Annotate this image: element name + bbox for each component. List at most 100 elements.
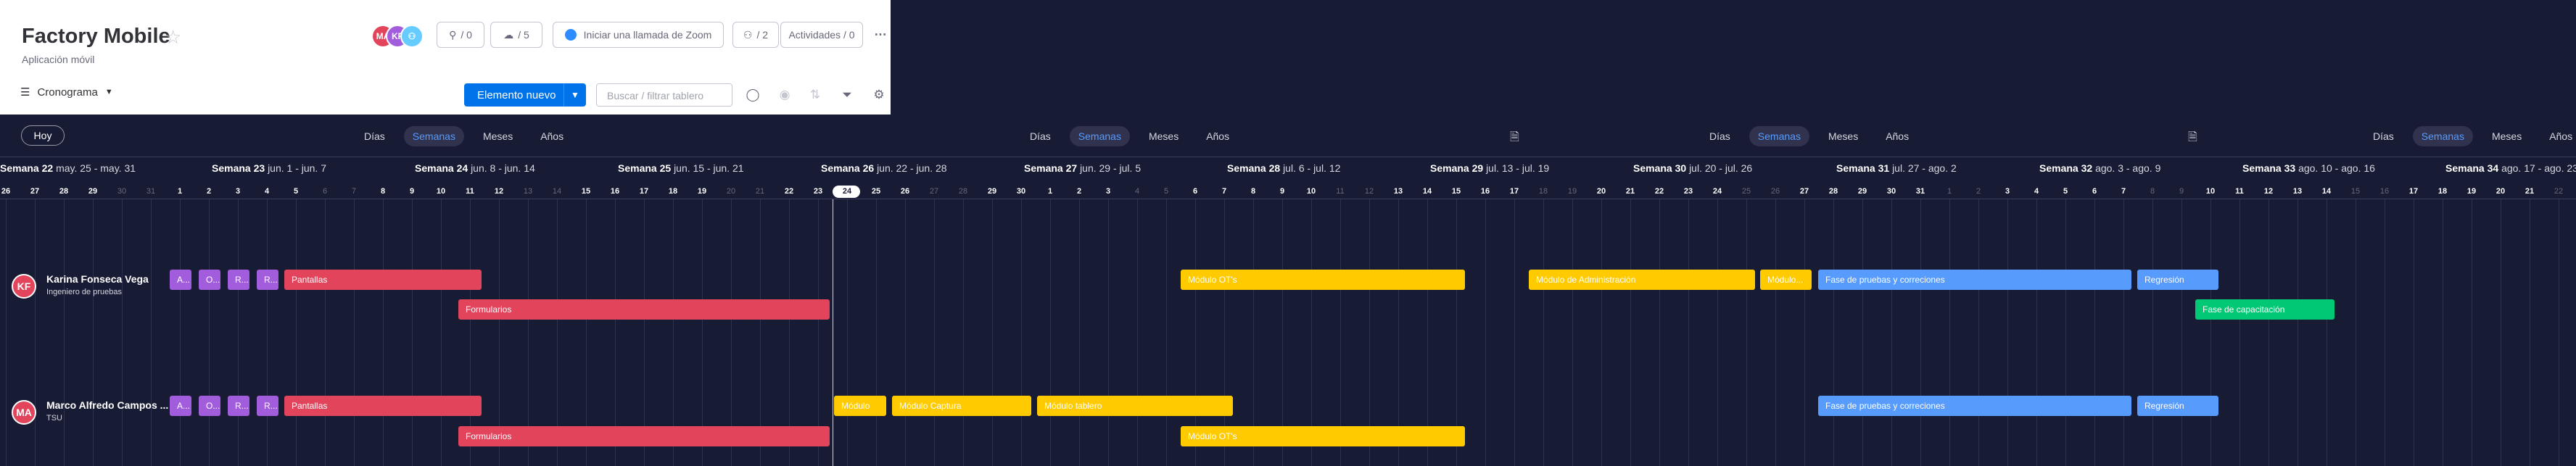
task-bar[interactable]: R... [228,396,249,416]
task-bar[interactable]: R... [257,396,278,416]
scale-months[interactable]: Meses [2483,126,2530,146]
week-range: ago. 3 - ago. 9 [2095,162,2161,174]
week-label: Semana 24 jun. 8 - jun. 14 [415,162,535,174]
day-label: 15 [1451,187,1461,196]
board-description[interactable]: Aplicación móvil [22,54,94,65]
task-bar[interactable]: A... [170,270,191,290]
user-group-icon[interactable]: ⚇ [400,25,424,48]
week-range: jul. 13 - jul. 19 [1486,162,1550,174]
day-label: 10 [2205,187,2216,196]
scale-weeks[interactable]: Semanas [2412,126,2473,146]
scale-years[interactable]: Años [2540,126,2576,146]
day-label: 6 [322,187,328,196]
task-bar[interactable]: Módulo... [1760,270,1812,290]
settings-icon[interactable]: ⚙ [870,86,888,104]
task-bar[interactable]: R... [228,270,249,290]
week-range: jun. 29 - jul. 5 [1080,162,1142,174]
new-item-button[interactable]: Elemento nuevo ▼ [464,83,586,107]
more-options-icon[interactable]: ⋯ [872,26,889,43]
export-icon[interactable]: 🗎 [1510,129,1519,149]
scale-years[interactable]: Años [1197,126,1238,146]
task-bar[interactable]: Fase de pruebas y correciones [1818,396,2131,416]
avatar[interactable]: KF [12,274,36,299]
export-icon[interactable]: 🗎 [2188,129,2197,149]
scale-days[interactable]: Días [355,126,394,146]
scale-months[interactable]: Meses [1820,126,1867,146]
board-title[interactable]: Factory Mobile [22,25,170,49]
scale-months[interactable]: Meses [474,126,521,146]
day-label: 12 [2263,187,2274,196]
invite-button[interactable]: ⚲ / 0 [437,22,484,48]
grid-line [2181,199,2182,466]
zoom-call-button[interactable]: Iniciar una llamada de Zoom [553,22,724,48]
task-bar[interactable]: Módulo tablero [1037,396,1233,416]
chevron-down-icon[interactable]: ▼ [564,83,586,107]
grid-line [1601,199,1602,466]
grid-line [1514,199,1515,466]
task-bar[interactable]: Módulo OT's [1181,270,1465,290]
day-label: 1 [177,187,183,196]
task-bar[interactable]: Regresión [2137,396,2218,416]
person-filter-icon[interactable]: ◯ [744,86,761,104]
sort-icon[interactable]: ⇅ [806,86,824,104]
person-name[interactable]: Karina Fonseca Vega [46,273,149,285]
grid-line [2239,199,2240,466]
scale-years[interactable]: Años [1877,126,1917,146]
day-label: 20 [2496,187,2506,196]
task-bar[interactable]: Módulo de Administración [1529,270,1755,290]
view-selector[interactable]: ☰ Cronograma ▼ [20,86,113,99]
task-bar[interactable]: Fase de capacitación [2195,299,2334,320]
task-bar[interactable]: O... [199,270,220,290]
grid-line [354,199,355,466]
task-bar[interactable]: Módulo Captura [892,396,1031,416]
task-bar[interactable]: O... [199,396,220,416]
task-bar[interactable]: Módulo [834,396,886,416]
day-label: 4 [1134,187,1140,196]
day-label: 23 [2573,187,2576,196]
task-bar[interactable]: Pantallas [284,270,482,290]
task-bar[interactable]: Pantallas [284,396,482,416]
task-bar[interactable]: Módulo OT's [1181,426,1465,446]
upload-button[interactable]: ☁ / 5 [490,22,542,48]
week-label: Semana 30 jul. 20 - jul. 26 [1633,162,1752,174]
scale-days[interactable]: Días [2364,126,2403,146]
task-bar[interactable]: R... [257,270,278,290]
person-name[interactable]: Marco Alfredo Campos ... [46,399,168,411]
task-bar[interactable]: A... [170,396,191,416]
scale-weeks[interactable]: Semanas [403,126,464,146]
search-input[interactable]: Buscar / filtrar tablero [596,83,732,107]
scale-weeks[interactable]: Semanas [1749,126,1809,146]
grid-line [180,199,181,466]
week-label: Semana 34 ago. 17 - ago. 23 [2445,162,2576,174]
members-button[interactable]: ⚇ / 2 [732,22,779,48]
day-label: 11 [466,187,474,196]
scale-days[interactable]: Días [1701,126,1739,146]
grid-line [1862,199,1863,466]
day-label: 22 [784,187,794,196]
week-range: may. 25 - may. 31 [56,162,136,174]
eye-icon[interactable]: ◉ [776,86,793,104]
star-icon[interactable]: ☆ [165,26,181,49]
avatar[interactable]: MA [12,400,36,425]
day-label: 11 [2235,187,2244,196]
grid-line [2036,199,2037,466]
activity-button[interactable]: Actividades / 0 [780,22,863,48]
scale-years[interactable]: Años [532,126,572,146]
grid-line [1659,199,1660,466]
grid-line [1688,199,1689,466]
day-label: 13 [523,187,533,196]
task-bar[interactable]: Regresión [2137,270,2218,290]
scale-days[interactable]: Días [1021,126,1060,146]
filter-icon[interactable]: ⏷ [838,86,856,104]
task-bar[interactable]: Formularios [458,426,830,446]
task-bar[interactable]: Formularios [458,299,830,320]
day-label: 29 [88,187,98,196]
today-button[interactable]: Hoy [21,125,65,146]
grid-line [1746,199,1747,466]
day-label: 28 [1828,187,1838,196]
scale-months[interactable]: Meses [1140,126,1187,146]
scale-switcher: Días Semanas Meses Años [1701,125,1917,147]
task-bar[interactable]: Fase de pruebas y correciones [1818,270,2131,290]
scale-weeks[interactable]: Semanas [1069,126,1130,146]
week-label: Semana 23 jun. 1 - jun. 7 [212,162,326,174]
